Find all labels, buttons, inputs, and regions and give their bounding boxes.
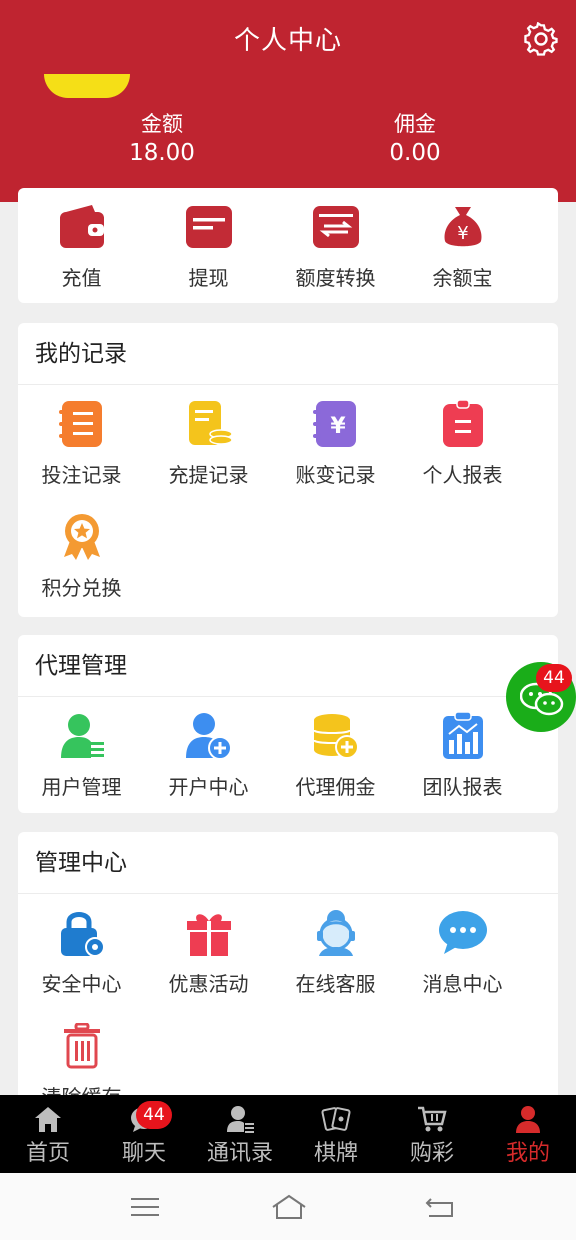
- agent-item-users[interactable]: 用户管理: [18, 697, 145, 810]
- tab-lottery[interactable]: 购彩: [384, 1095, 480, 1173]
- commission-balance: 佣金 0.00: [335, 110, 495, 168]
- money-bag-icon: ¥: [438, 202, 488, 252]
- card-icon: [184, 202, 234, 252]
- commission-value: 0.00: [389, 140, 441, 166]
- mgmt-item-label: 消息中心: [422, 972, 503, 996]
- gift-icon: [184, 908, 234, 958]
- menu-icon[interactable]: [128, 1193, 162, 1221]
- management-card: 管理中心 安全中心 优惠活动 在线客服 消息中心 清除缓存: [18, 832, 558, 1102]
- tab-label: 聊天: [121, 1141, 166, 1166]
- amount-value: 18.00: [129, 140, 195, 166]
- record-item-label: 个人报表: [422, 463, 503, 487]
- report-chart-icon: [438, 711, 488, 761]
- record-item-label: 充提记录: [168, 463, 249, 487]
- quick-item-yuebao[interactable]: ¥ 余额宝: [399, 188, 526, 301]
- unread-badge: 44: [136, 1101, 172, 1129]
- mgmt-item-label: 安全中心: [41, 972, 122, 996]
- wallet-icon: [57, 202, 107, 252]
- record-item-label: 积分兑换: [41, 576, 122, 600]
- mgmt-item-promotions[interactable]: 优惠活动: [145, 894, 272, 1007]
- bottom-tab-bar: 首页 44 聊天 通讯录 棋牌 购彩 我的: [0, 1095, 576, 1173]
- amount-balance: 金额 18.00: [82, 110, 242, 168]
- tab-label: 首页: [25, 1141, 70, 1166]
- tab-home[interactable]: 首页: [0, 1095, 96, 1173]
- quick-item-label: 额度转换: [295, 266, 376, 290]
- mgmt-item-label: 优惠活动: [168, 972, 249, 996]
- commission-label: 佣金: [394, 112, 436, 136]
- record-item-report[interactable]: 个人报表: [399, 385, 526, 498]
- agent-item-label: 代理佣金: [295, 775, 376, 799]
- record-item-label: 账变记录: [295, 463, 376, 487]
- mgmt-item-messages[interactable]: 消息中心: [399, 894, 526, 1007]
- tab-label: 通讯录: [206, 1141, 273, 1166]
- back-icon[interactable]: [423, 1193, 457, 1221]
- quick-item-transfer[interactable]: 额度转换: [272, 188, 399, 301]
- agent-item-label: 用户管理: [41, 775, 122, 799]
- svg-text:¥: ¥: [457, 223, 468, 244]
- profile-header: 个人中心 金额 18.00 佣金 0.00: [0, 0, 576, 202]
- section-title: 我的记录: [18, 323, 558, 385]
- record-item-label: 投注记录: [41, 463, 122, 487]
- quick-item-label: 余额宝: [432, 266, 493, 290]
- svg-text:¥: ¥: [330, 414, 346, 439]
- tab-label: 棋牌: [313, 1141, 358, 1166]
- agent-item-team-report[interactable]: 团队报表: [399, 697, 526, 810]
- tab-chat[interactable]: 44 聊天: [96, 1095, 192, 1173]
- tab-label: 购彩: [409, 1141, 454, 1166]
- quick-item-recharge[interactable]: 充值: [18, 188, 145, 301]
- tab-cards[interactable]: 棋牌: [288, 1095, 384, 1173]
- yen-book-icon: ¥: [311, 399, 361, 449]
- agent-item-open-account[interactable]: 开户中心: [145, 697, 272, 810]
- record-item-bets[interactable]: 投注记录: [18, 385, 145, 498]
- mgmt-item-security[interactable]: 安全中心: [18, 894, 145, 1007]
- tab-label: 我的: [505, 1141, 550, 1166]
- headset-agent-icon: [311, 908, 361, 958]
- agent-item-label: 团队报表: [422, 775, 503, 799]
- tab-mine[interactable]: 我的: [480, 1095, 576, 1173]
- amount-label: 金额: [141, 112, 183, 136]
- mgmt-item-support[interactable]: 在线客服: [272, 894, 399, 1007]
- page-title: 个人中心: [233, 26, 342, 56]
- deposit-list-icon: [184, 399, 234, 449]
- chat-bubble-icon: [438, 908, 488, 958]
- bet-list-icon: [57, 399, 107, 449]
- quick-item-label: 提现: [188, 266, 229, 290]
- agent-item-label: 开户中心: [168, 775, 249, 799]
- coins-icon: [311, 711, 361, 761]
- quick-item-label: 充值: [61, 266, 102, 290]
- section-title: 代理管理: [18, 635, 558, 697]
- mgmt-item-clear-cache[interactable]: 清除缓存: [18, 1007, 145, 1102]
- user-add-icon: [184, 711, 234, 761]
- medal-icon: [57, 512, 107, 562]
- system-nav-bar: [0, 1173, 576, 1240]
- mgmt-item-label: 在线客服: [295, 972, 376, 996]
- cart-icon: [418, 1106, 447, 1132]
- lock-gear-icon: [57, 908, 107, 958]
- clipboard-icon: [438, 399, 488, 449]
- tab-contacts[interactable]: 通讯录: [192, 1095, 288, 1173]
- record-item-deposits[interactable]: 充提记录: [145, 385, 272, 498]
- section-title: 管理中心: [18, 832, 558, 894]
- trash-icon: [57, 1021, 107, 1071]
- floating-chat-button[interactable]: 44: [506, 662, 576, 732]
- user-list-icon: [57, 711, 107, 761]
- avatar[interactable]: [44, 74, 130, 98]
- home-nav-icon[interactable]: [270, 1193, 308, 1221]
- quick-actions-card: 充值 提现 额度转换 ¥ 余额宝: [18, 188, 558, 303]
- cards-icon: [321, 1107, 351, 1131]
- record-item-points[interactable]: 积分兑换: [18, 498, 145, 611]
- agent-item-commission[interactable]: 代理佣金: [272, 697, 399, 810]
- unread-badge: 44: [536, 664, 572, 692]
- person-icon: [516, 1106, 540, 1133]
- home-icon: [35, 1107, 61, 1132]
- gear-icon[interactable]: [524, 22, 558, 56]
- records-card: 我的记录 投注记录 充提记录 ¥ 账变记录 个人报表 积分兑换: [18, 323, 558, 617]
- record-item-changes[interactable]: ¥ 账变记录: [272, 385, 399, 498]
- quick-item-withdraw[interactable]: 提现: [145, 188, 272, 301]
- agent-card: 代理管理 用户管理 开户中心 代理佣金 团队报表: [18, 635, 558, 813]
- contacts-icon: [227, 1106, 254, 1133]
- transfer-icon: [311, 202, 361, 252]
